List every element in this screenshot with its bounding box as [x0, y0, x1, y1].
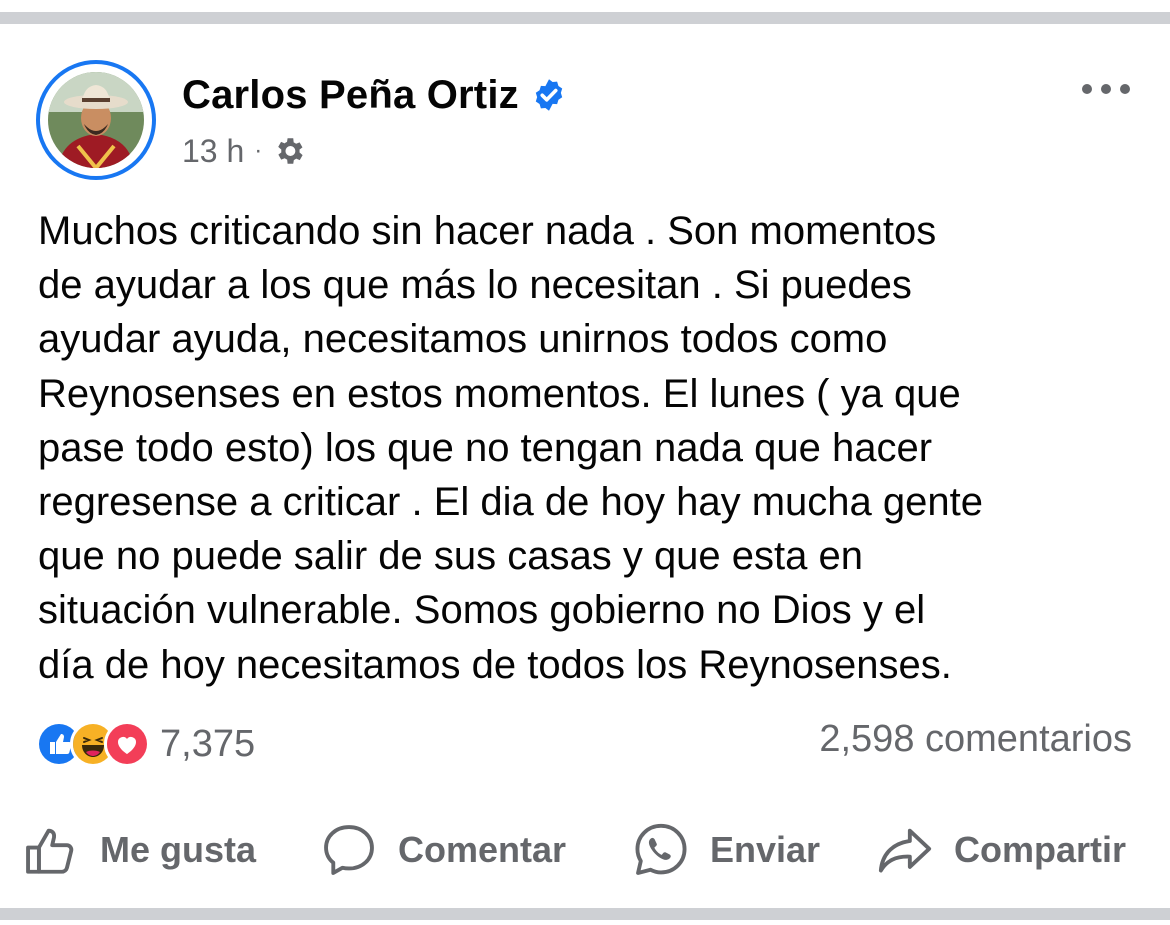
share-arrow-icon	[878, 828, 932, 873]
author-row: Carlos Peña Ortiz	[182, 70, 567, 120]
author-name[interactable]: Carlos Peña Ortiz	[182, 73, 519, 118]
avatar-photo	[48, 72, 144, 168]
whatsapp-icon	[635, 823, 687, 875]
verified-badge-icon	[531, 77, 567, 113]
post-time[interactable]: 13 h	[182, 133, 244, 170]
like-label: Me gusta	[100, 829, 257, 870]
meta-separator: ·	[254, 137, 263, 164]
thumbs-up-icon	[26, 828, 74, 874]
gear-icon[interactable]	[272, 134, 306, 168]
top-separator	[0, 12, 1170, 24]
post-text: Muchos criticando sin hacer nada . Son m…	[38, 209, 983, 687]
comment-label: Comentar	[398, 829, 567, 870]
comment-count[interactable]: 2,598 comentarios	[819, 718, 1132, 761]
more-options-icon[interactable]	[1080, 74, 1132, 104]
comment-button[interactable]: Comentar	[320, 810, 566, 890]
share-button[interactable]: Compartir	[876, 810, 1126, 890]
comment-bubble-icon	[324, 825, 374, 875]
bottom-separator	[0, 908, 1170, 920]
post-actions: Me gusta Comentar Enviar Compartir	[0, 810, 1170, 890]
post-meta: 13 h ·	[182, 130, 306, 172]
avatar[interactable]	[36, 60, 156, 180]
like-button[interactable]: Me gusta	[22, 810, 256, 890]
send-button[interactable]: Enviar	[632, 810, 820, 890]
reaction-count: 7,375	[160, 722, 256, 765]
love-reaction-icon	[104, 721, 150, 767]
share-label: Compartir	[954, 829, 1127, 870]
reactions-summary[interactable]: 7,375	[36, 720, 255, 768]
send-label: Enviar	[710, 829, 821, 870]
